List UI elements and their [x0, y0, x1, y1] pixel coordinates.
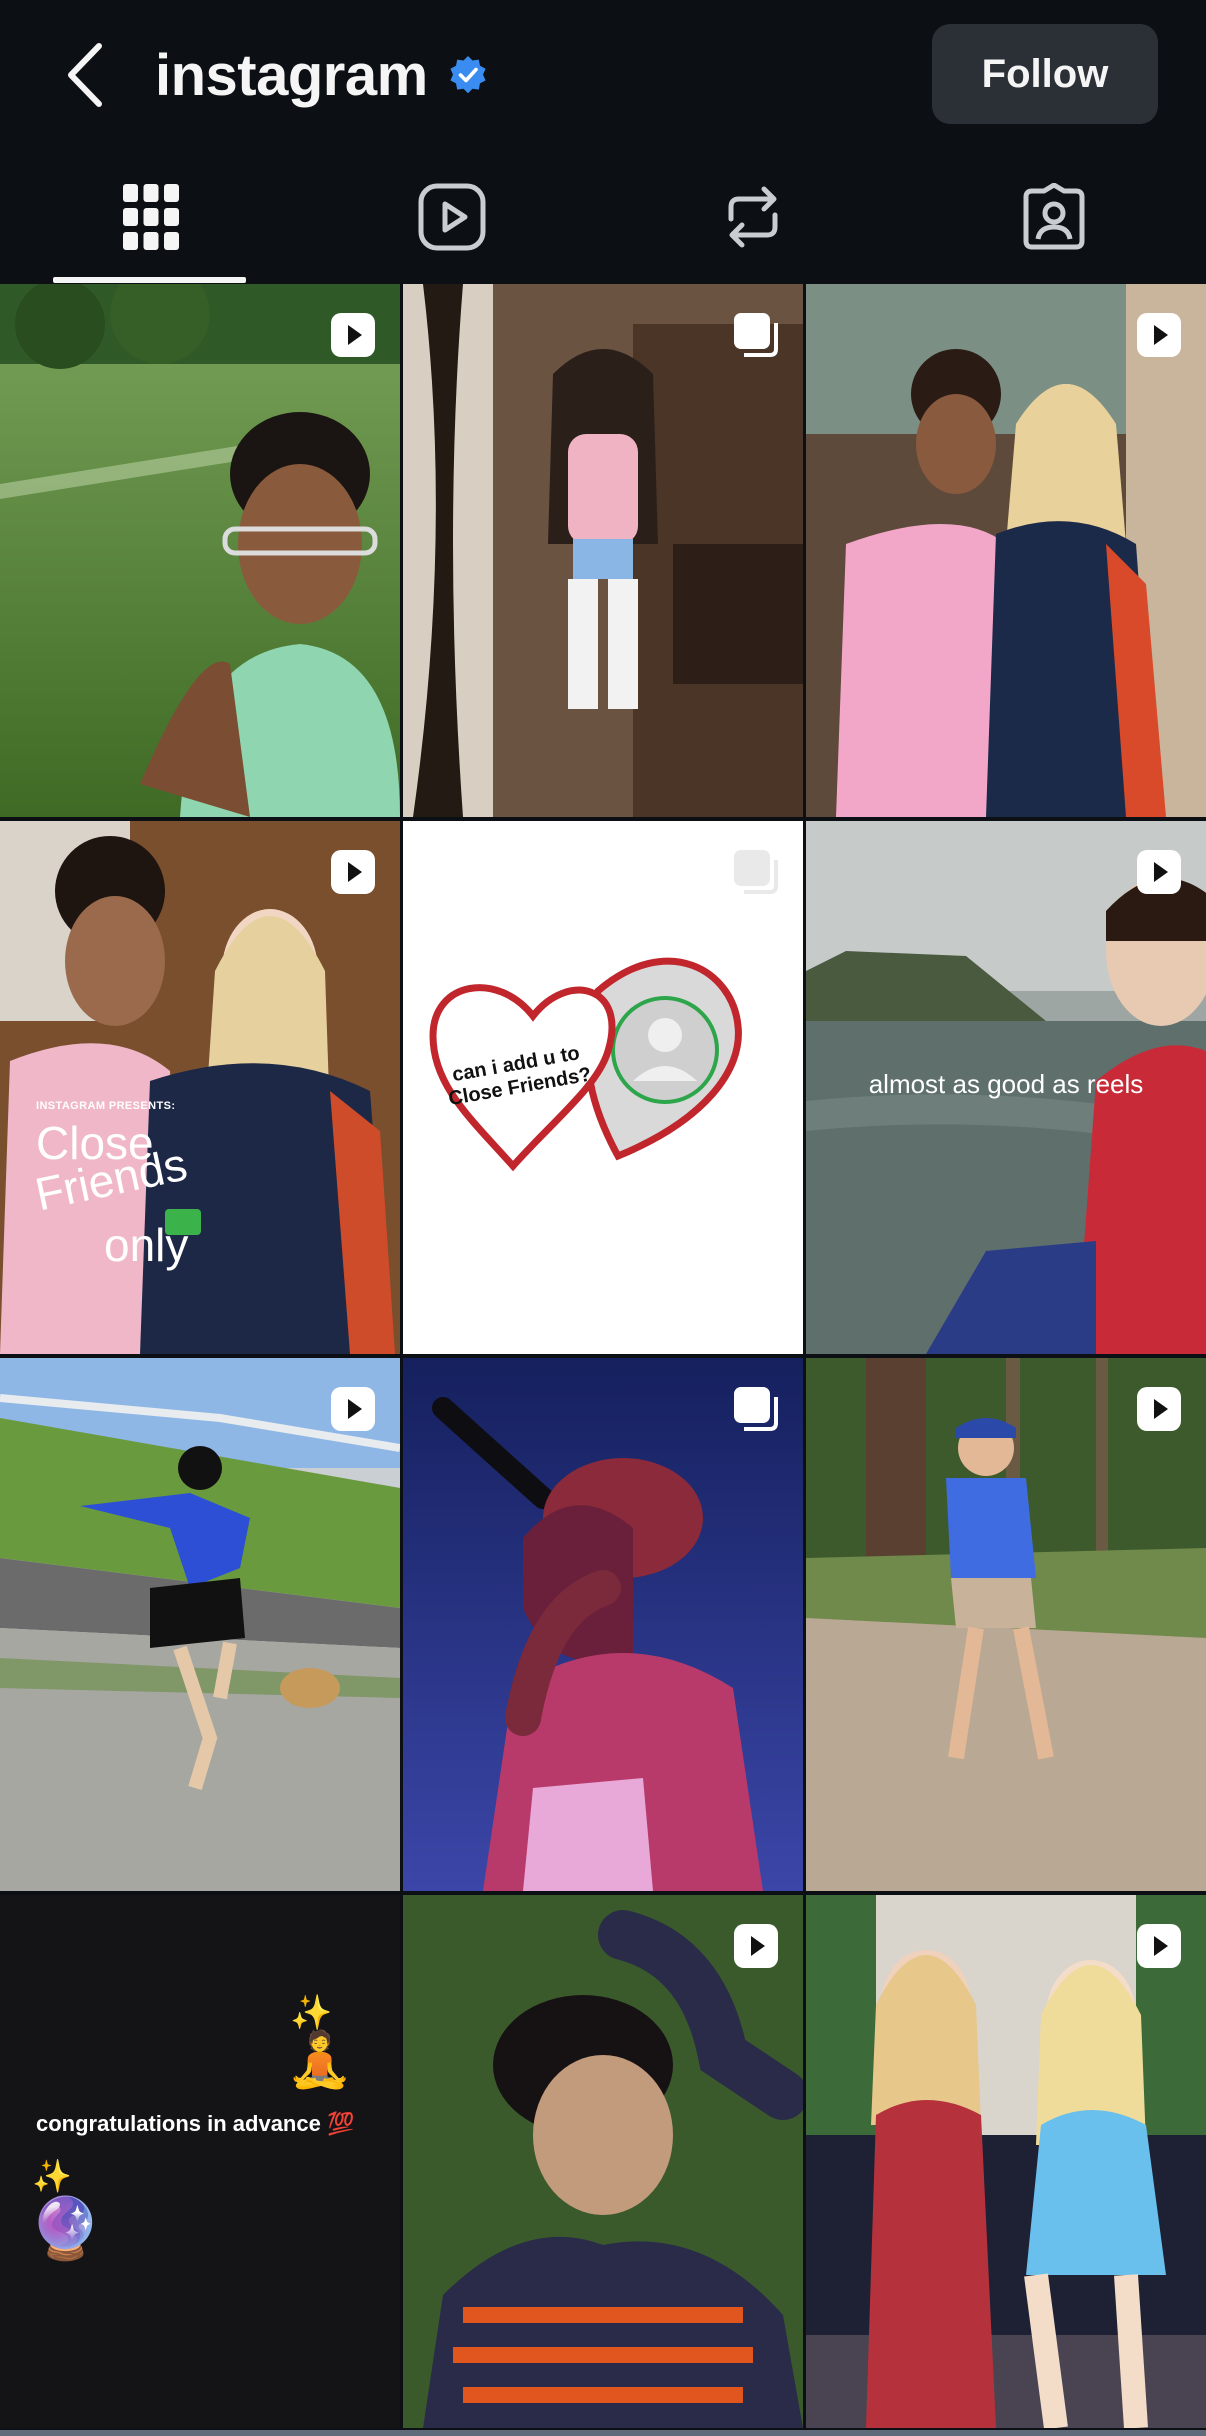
- verified-badge-icon: [450, 56, 486, 94]
- profile-tabs: [0, 150, 1206, 284]
- profile-title-group: instagram: [155, 30, 488, 120]
- reels-icon: [418, 183, 485, 251]
- tab-reels[interactable]: [301, 150, 602, 284]
- post-image: [806, 284, 1206, 817]
- post-caption-line-3: only: [104, 1219, 189, 1271]
- post-image: [806, 1358, 1206, 1891]
- post-tile-7[interactable]: [0, 1358, 400, 1891]
- active-tab-indicator: [53, 277, 246, 283]
- reel-badge: [729, 1919, 783, 1973]
- post-caption: almost as good as reels: [868, 1069, 1144, 1099]
- reel-badge: [1132, 1382, 1186, 1436]
- back-button[interactable]: [55, 35, 115, 115]
- top-bar: instagram Follow: [0, 0, 1206, 150]
- post-caption: congratulations in advance 💯: [36, 2111, 355, 2136]
- sparkle-emoji: ✨: [32, 2158, 72, 2194]
- post-tile-11[interactable]: [403, 1895, 803, 2428]
- post-image: [0, 1358, 400, 1891]
- tab-posts[interactable]: [0, 150, 301, 284]
- post-tile-10[interactable]: ✨ 🧘 congratulations in advance 💯 ✨ 🔮: [0, 1895, 400, 2428]
- post-caption-small: INSTAGRAM PRESENTS:: [36, 1100, 176, 1112]
- crystal-ball-emoji: 🔮: [28, 2195, 103, 2262]
- grid-icon: [122, 184, 179, 250]
- post-tile-5[interactable]: can i add u to Close Friends?: [403, 821, 803, 1354]
- carousel-badge: [729, 308, 783, 362]
- follow-button[interactable]: Follow: [932, 24, 1158, 124]
- reel-badge: [1132, 308, 1186, 362]
- reel-icon: [1137, 313, 1181, 357]
- tab-tagged[interactable]: [903, 150, 1204, 284]
- carousel-icon: [734, 1387, 778, 1431]
- carousel-badge: [729, 1382, 783, 1436]
- post-tile-8[interactable]: [403, 1358, 803, 1891]
- reel-icon: [331, 1387, 375, 1431]
- reel-badge: [1132, 845, 1186, 899]
- reel-icon: [331, 313, 375, 357]
- profile-username: instagram: [155, 42, 428, 108]
- carousel-icon: [734, 313, 778, 357]
- reel-badge: [326, 845, 380, 899]
- chevron-left-icon: [68, 43, 102, 107]
- post-image: [806, 1895, 1206, 2428]
- post-tile-12[interactable]: [806, 1895, 1206, 2428]
- reel-icon: [331, 850, 375, 894]
- post-tile-6[interactable]: almost as good as reels: [806, 821, 1206, 1354]
- sparkle-emoji: ✨: [290, 1994, 333, 2032]
- carousel-icon: [734, 850, 778, 894]
- post-tile-2[interactable]: [403, 284, 803, 817]
- posts-grid: INSTAGRAM PRESENTS: Close Friends only c…: [0, 284, 1206, 2436]
- next-row-edge: [0, 2430, 1206, 2436]
- reel-icon: [1137, 1924, 1181, 1968]
- reel-badge: [326, 1382, 380, 1436]
- meditation-emoji: 🧘: [286, 2030, 354, 2090]
- reel-badge: [1132, 1919, 1186, 1973]
- post-image: [403, 1895, 803, 2428]
- post-tile-4[interactable]: INSTAGRAM PRESENTS: Close Friends only: [0, 821, 400, 1354]
- repost-icon: [728, 186, 777, 248]
- post-tile-3[interactable]: [806, 284, 1206, 817]
- tagged-icon: [1023, 183, 1084, 250]
- reel-badge: [326, 308, 380, 362]
- post-image: [403, 1358, 803, 1891]
- reel-icon: [734, 1924, 778, 1968]
- post-image: [403, 284, 803, 817]
- post-image: [0, 284, 400, 817]
- reel-icon: [1137, 1387, 1181, 1431]
- reel-icon: [1137, 850, 1181, 894]
- tab-reposts[interactable]: [602, 150, 903, 284]
- post-tile-1[interactable]: [0, 284, 400, 817]
- post-image: [0, 821, 400, 1354]
- post-tile-9[interactable]: [806, 1358, 1206, 1891]
- carousel-badge: [729, 845, 783, 899]
